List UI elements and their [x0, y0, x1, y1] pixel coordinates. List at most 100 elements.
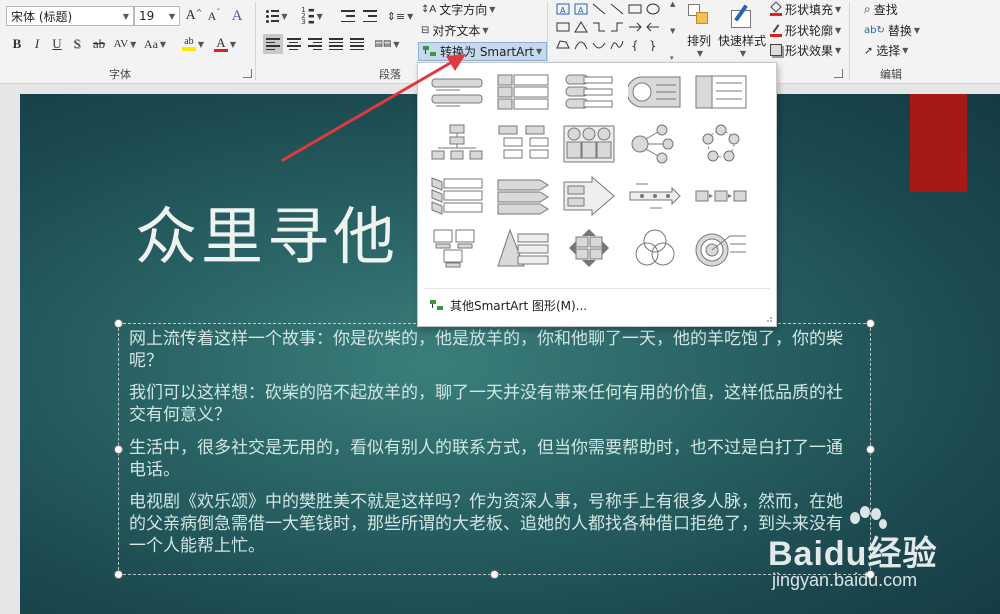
smartart-layout-process-arrows[interactable]	[558, 173, 620, 219]
bullets-button[interactable]: ▼	[262, 6, 292, 26]
smartart-layout-basic-cycle[interactable]	[690, 121, 752, 167]
smartart-layout-vertical-chevron-list[interactable]	[426, 173, 488, 219]
highlight-color-button[interactable]: ab ▼	[178, 34, 208, 54]
arrow-shape-icon[interactable]	[626, 18, 644, 36]
shape-outline-button[interactable]: 形状轮廓 ▼	[768, 21, 843, 39]
smartart-layout-basic-venn[interactable]	[624, 225, 686, 271]
resize-handle[interactable]	[490, 570, 499, 579]
smartart-layout-basic-block-list[interactable]	[426, 69, 488, 115]
chevron-up-icon[interactable]: ▲	[670, 0, 680, 8]
line-shape-icon[interactable]	[590, 0, 608, 18]
paragraph-2[interactable]: 我们可以这样想：砍柴的陪不起放羊的，聊了一天并没有带来任何有用的价值，这样低品质…	[129, 382, 854, 426]
smartart-layout-org-chart[interactable]	[426, 121, 488, 167]
arrow-shape-icon[interactable]	[644, 18, 662, 36]
chevron-down-icon[interactable]: ▼	[670, 27, 680, 35]
chevron-down-icon[interactable]: ▼	[169, 12, 175, 21]
underline-button[interactable]: U	[48, 34, 66, 54]
paragraph-3[interactable]: 生活中，很多社交是无用的，看似有别人的联系方式，但当你需要帮助时，也不过是白打了…	[129, 437, 854, 481]
align-text-button[interactable]: ⊟ 对齐文本 ▼	[418, 21, 492, 39]
arrange-button[interactable]: 排列 ▼	[684, 0, 714, 62]
text-shadow-button[interactable]: S	[68, 34, 86, 54]
smartart-layout-target-list[interactable]	[690, 225, 752, 271]
body-textbox[interactable]: 网上流传着这样一个故事：你是砍柴的，他是放羊的，你和他聊了一天，他的羊吃饱了，你…	[114, 319, 875, 579]
gallery-scroll[interactable]: ▲ ▼ ▾	[670, 0, 680, 62]
resize-grip-icon[interactable]	[765, 315, 773, 323]
line-spacing-button[interactable]: ⇕≡ ▼	[386, 6, 414, 26]
shape-effects-button[interactable]: 形状效果 ▼	[768, 41, 843, 59]
line-shape-icon[interactable]	[608, 0, 626, 18]
resize-handle[interactable]	[114, 445, 123, 454]
strikethrough-button[interactable]: ab	[88, 34, 110, 54]
smartart-layout-hierarchy-list[interactable]	[492, 121, 554, 167]
slide-title[interactable]: 众里寻他	[135, 186, 399, 276]
curve-shape-icon[interactable]	[572, 36, 590, 54]
font-size-combobox[interactable]: 19 ▼	[134, 6, 180, 26]
resize-handle[interactable]	[866, 445, 875, 454]
distributed-button[interactable]	[347, 34, 367, 54]
align-left-button[interactable]	[263, 34, 283, 54]
smartart-matrix-icon	[569, 229, 609, 267]
decrease-indent-button[interactable]	[338, 6, 358, 26]
oval-shape-icon[interactable]	[644, 0, 662, 18]
quick-styles-button[interactable]: 快速样式 ▼	[718, 0, 766, 62]
increase-indent-button[interactable]	[360, 6, 380, 26]
arc-shape-icon[interactable]	[590, 36, 608, 54]
align-right-button[interactable]	[305, 34, 325, 54]
more-smartart-graphics-item[interactable]: 其他SmartArt 图形(M)...	[430, 295, 587, 315]
shape-fill-button[interactable]: 形状填充 ▼	[768, 0, 843, 18]
shapes-gallery[interactable]: A A { }	[552, 0, 668, 62]
change-case-button[interactable]: Aa ▼	[140, 34, 170, 54]
brace-shape-icon[interactable]: }	[644, 36, 662, 54]
vertical-textbox-shape-icon[interactable]: A	[572, 0, 590, 18]
brace-shape-icon[interactable]: {	[626, 36, 644, 54]
bold-button[interactable]: B	[8, 34, 26, 54]
elbow-connector-icon[interactable]	[590, 18, 608, 36]
smartart-layout-picture-accent[interactable]	[558, 121, 620, 167]
resize-handle[interactable]	[114, 319, 123, 328]
justify-button[interactable]	[326, 34, 346, 54]
replace-button[interactable]: ab↻ 替换 ▼	[862, 21, 922, 39]
find-button[interactable]: ⌕ 查找	[862, 0, 900, 18]
smartart-layout-table-list[interactable]	[690, 69, 752, 115]
smartart-layout-pyramid-list[interactable]	[492, 225, 554, 271]
chevron-down-icon: ▼	[913, 25, 921, 35]
smartart-layout-matrix-arrows[interactable]	[558, 225, 620, 271]
clear-formatting-button[interactable]: A	[226, 6, 248, 26]
resize-handle[interactable]	[114, 570, 123, 579]
font-color-button[interactable]: A ▼	[210, 34, 240, 54]
smartart-layout-vertical-box-list[interactable]	[492, 69, 554, 115]
columns-button[interactable]: ▤▤ ▼	[372, 34, 402, 54]
italic-button[interactable]: I	[28, 34, 46, 54]
smartart-layout-chevron-accent[interactable]	[492, 173, 554, 219]
shrink-font-button[interactable]: Aˇ	[204, 6, 224, 26]
paragraph-1[interactable]: 网上流传着这样一个故事：你是砍柴的，他是放羊的，你和他聊了一天，他的羊吃饱了，你…	[129, 328, 854, 372]
gallery-more-icon[interactable]: ▾	[670, 54, 680, 62]
elbow-connector-icon[interactable]	[608, 18, 626, 36]
font-name-combobox[interactable]: 宋体 (标题) ▼	[6, 6, 134, 26]
freeform-shape-icon[interactable]	[554, 36, 572, 54]
rectangle-shape-icon[interactable]	[626, 0, 644, 18]
character-spacing-button[interactable]: AV ▼	[110, 34, 140, 54]
select-button[interactable]: ➚ 选择 ▼	[862, 41, 910, 59]
textbox-shape-icon[interactable]: A	[554, 0, 572, 18]
align-center-button[interactable]	[284, 34, 304, 54]
font-dialog-launcher-icon[interactable]	[243, 69, 252, 78]
drawing-dialog-launcher-icon[interactable]	[834, 69, 843, 78]
triangle-shape-icon[interactable]	[572, 18, 590, 36]
smartart-gallery-dropdown[interactable]: 其他SmartArt 图形(M)...	[417, 62, 777, 327]
smartart-layout-stacked-list[interactable]	[624, 69, 686, 115]
chevron-down-icon[interactable]: ▼	[123, 12, 129, 21]
scribble-shape-icon[interactable]	[608, 36, 626, 54]
convert-to-smartart-button[interactable]: 转换为 SmartArt ▼	[418, 42, 548, 61]
resize-handle[interactable]	[866, 319, 875, 328]
smartart-layout-basic-process[interactable]	[690, 173, 752, 219]
smartart-layout-picture-lineup[interactable]	[426, 225, 488, 271]
smartart-layout-radial-list[interactable]	[624, 121, 686, 167]
smartart-layout-vertical-bullet-list[interactable]	[558, 69, 620, 115]
smartart-layout-arrow-timeline[interactable]	[624, 173, 686, 219]
paragraph-4[interactable]: 电视剧《欢乐颂》中的樊胜美不就是这样吗？作为资深人事，号称手上有很多人脉，然而，…	[129, 491, 854, 557]
numbering-button[interactable]: 1 ▬ 2 ▬ 3 ▬ ▼	[296, 6, 328, 26]
text-direction-button[interactable]: ↕A 文字方向 ▼	[418, 0, 498, 18]
rectangle-shape-icon[interactable]	[554, 18, 572, 36]
grow-font-button[interactable]: A ^	[184, 6, 204, 26]
